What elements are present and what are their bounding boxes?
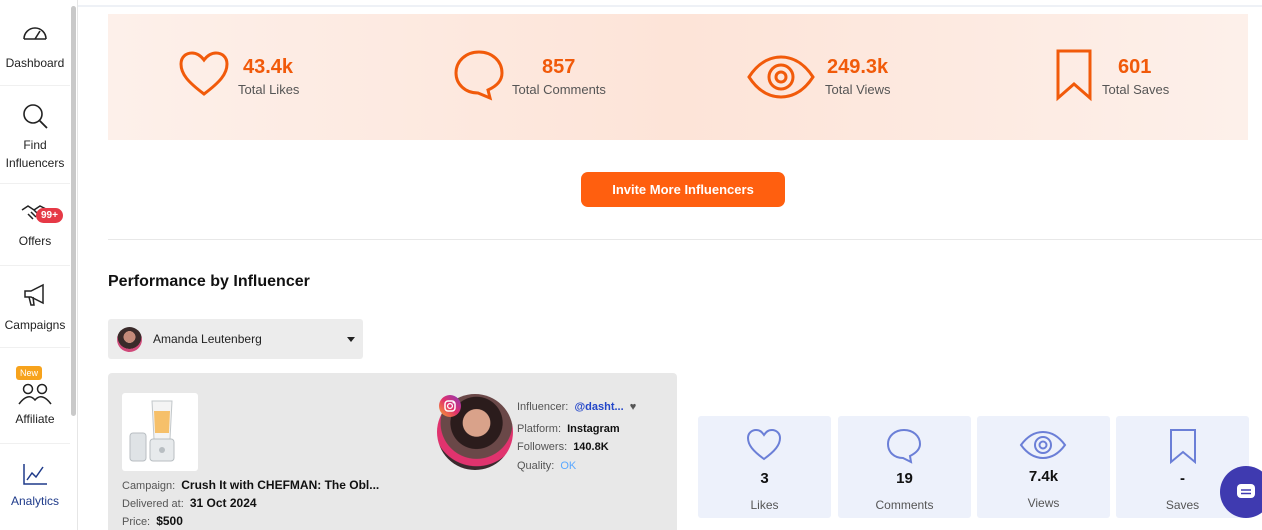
comment-icon [886, 428, 922, 464]
sidebar-item-campaigns[interactable]: Campaigns [0, 282, 70, 348]
comment-icon [454, 50, 504, 101]
stat-total-views: 249.3k Total Views [746, 14, 986, 140]
line-chart-icon [23, 464, 47, 485]
stat-value: 601 [1118, 56, 1152, 78]
chat-launcher-button[interactable] [1220, 466, 1262, 518]
people-icon [18, 383, 52, 405]
stat-total-saves: 601 Total Saves [1054, 14, 1254, 140]
metric-value: 7.4k [1028, 468, 1059, 485]
price-label: Price: [122, 516, 151, 528]
campaign-label: Campaign: [122, 480, 176, 492]
top-divider [78, 5, 1262, 7]
megaphone-icon [24, 283, 44, 306]
heart-icon [746, 428, 782, 461]
sidebar-item-label: Find Influencers [5, 138, 65, 170]
platform-label: Platform: [517, 423, 562, 435]
stat-caption: Total Saves [1102, 82, 1170, 97]
stat-value: 249.3k [827, 56, 889, 78]
price-value: $500 [156, 514, 183, 528]
influencer-handle-link[interactable]: @dasht... [574, 401, 623, 413]
followers-line: Followers: 140.8K [517, 441, 609, 453]
campaign-name[interactable]: Crush It with CHEFMAN: The Obl... [181, 478, 379, 492]
product-image[interactable] [122, 393, 198, 471]
stat-caption: Total Views [825, 82, 891, 97]
influencer-label: Influencer: [517, 401, 569, 413]
bookmark-icon [1056, 49, 1092, 102]
section-title: Performance by Influencer [108, 273, 310, 290]
metric-caption: Comments [875, 498, 934, 512]
chat-icon [1237, 484, 1255, 498]
price-line: Price: $500 [122, 514, 183, 528]
quality-line: Quality: OK [517, 460, 576, 472]
search-icon [23, 104, 48, 129]
eye-icon [1019, 430, 1067, 460]
new-badge: New [16, 366, 43, 380]
invite-more-influencers-button[interactable]: Invite More Influencers [581, 172, 785, 207]
blender-image [129, 400, 175, 462]
sidebar-item-analytics[interactable]: Analytics [0, 462, 70, 522]
stat-total-comments: 857 Total Comments [452, 14, 692, 140]
bookmark-icon [1170, 429, 1196, 464]
avatar [117, 327, 142, 352]
campaign-line: Campaign: Crush It with CHEFMAN: The Obl… [122, 478, 379, 492]
metric-caption: Views [1027, 496, 1060, 510]
sidebar-item-affiliate[interactable]: New Affiliate [0, 360, 70, 444]
eye-icon [747, 55, 815, 99]
platform-value: Instagram [567, 423, 620, 435]
influencer-select[interactable]: Amanda Leutenberg [108, 319, 363, 359]
influencer-line: Influencer: @dasht... ♥ [517, 401, 636, 413]
stat-total-likes: 43.4k Total Likes [178, 14, 398, 140]
offers-badge: 99+ [36, 208, 63, 223]
metric-value: 3 [760, 470, 769, 487]
section-divider [108, 239, 1262, 240]
sidebar: Dashboard Find Influencers 99+ Offers Ca… [0, 0, 78, 530]
platform-line: Platform: Instagram [517, 423, 620, 435]
sidebar-item-label: Analytics [10, 494, 60, 508]
gauge-icon [23, 27, 47, 40]
quality-value: OK [560, 460, 577, 472]
post-card: Campaign: Crush It with CHEFMAN: The Obl… [108, 373, 677, 530]
followers-label: Followers: [517, 441, 568, 453]
stat-caption: Total Comments [512, 82, 606, 97]
metric-caption: Likes [750, 498, 779, 512]
sidebar-item-label: Offers [18, 234, 52, 248]
stat-value: 43.4k [243, 56, 294, 78]
stat-caption: Total Likes [238, 82, 300, 97]
delivered-label: Delivered at: [122, 498, 184, 510]
sidebar-item-dashboard[interactable]: Dashboard [0, 22, 70, 86]
sidebar-scrollbar[interactable] [71, 6, 76, 416]
sidebar-item-label: Campaigns [4, 318, 66, 332]
heart-icon [179, 51, 229, 96]
metric-card-views: 7.4k Views [977, 416, 1110, 518]
metric-card-likes: 3 Likes [698, 416, 831, 518]
sidebar-item-offers[interactable]: 99+ Offers [0, 196, 70, 266]
delivered-date: 31 Oct 2024 [189, 496, 257, 510]
metric-card-comments: 19 Comments [838, 416, 971, 518]
sidebar-item-find-influencers[interactable]: Find Influencers [0, 102, 70, 184]
instagram-icon [439, 395, 461, 417]
heart-icon[interactable]: ♥ [630, 401, 637, 413]
caret-down-icon [347, 337, 355, 342]
delivered-line: Delivered at: 31 Oct 2024 [122, 496, 257, 510]
stat-value: 857 [542, 56, 576, 78]
stats-banner: 43.4k Total Likes 857 Total Comments 249… [108, 14, 1248, 140]
selected-influencer: Amanda Leutenberg [153, 332, 262, 346]
sidebar-item-label: Dashboard [5, 56, 65, 70]
metric-value: 19 [896, 470, 913, 487]
quality-label: Quality: [517, 460, 555, 472]
sidebar-item-label: Affiliate [15, 412, 55, 426]
followers-value: 140.8K [573, 441, 609, 453]
